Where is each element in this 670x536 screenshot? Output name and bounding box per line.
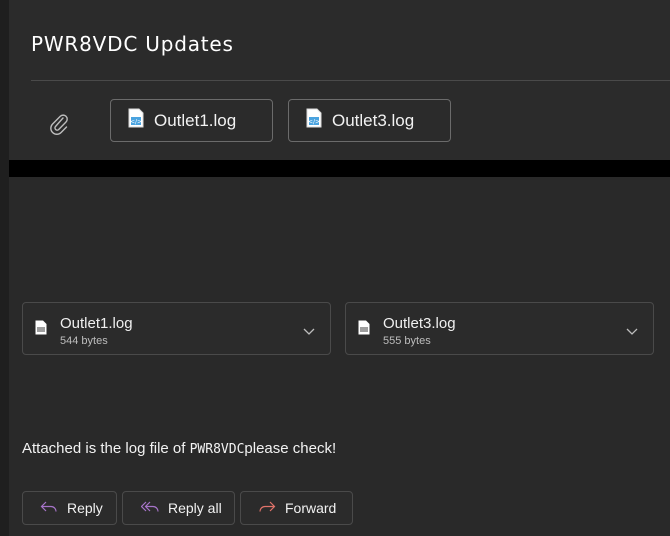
email-message: Attached is the log file of PWR8VDCpleas… bbox=[22, 440, 336, 457]
message-text-end: please check! bbox=[244, 440, 337, 457]
forward-icon bbox=[258, 500, 276, 516]
paperclip-icon bbox=[47, 112, 71, 136]
svg-text:</>: </> bbox=[130, 119, 142, 126]
chevron-down-icon[interactable] bbox=[302, 323, 316, 341]
reply-all-button[interactable]: Reply all bbox=[122, 491, 235, 525]
file-size: 544 bytes bbox=[60, 335, 108, 347]
window-edge bbox=[0, 0, 9, 536]
file-card-outlet3[interactable]: Outlet3.log 555 bytes bbox=[345, 302, 654, 355]
email-header: PWR8VDC Updates </> Outlet1.log </> Outl… bbox=[9, 0, 670, 160]
attachment-chip-outlet3[interactable]: </> Outlet3.log bbox=[288, 99, 451, 142]
email-body bbox=[9, 177, 670, 536]
attachment-chip-outlet1[interactable]: </> Outlet1.log bbox=[110, 99, 273, 142]
log-file-icon bbox=[35, 320, 47, 340]
file-name: Outlet1.log bbox=[60, 315, 133, 332]
forward-button[interactable]: Forward bbox=[240, 491, 353, 525]
svg-text:</>: </> bbox=[308, 119, 320, 126]
message-text: Attached is the log file of bbox=[22, 440, 190, 457]
chevron-down-icon[interactable] bbox=[625, 323, 639, 341]
reply-all-icon bbox=[140, 500, 159, 516]
log-file-icon bbox=[358, 320, 370, 340]
file-size: 555 bytes bbox=[383, 335, 431, 347]
header-separator-bar bbox=[9, 160, 670, 177]
log-file-icon: </> bbox=[306, 108, 322, 133]
log-file-icon: </> bbox=[128, 108, 144, 133]
forward-label: Forward bbox=[285, 500, 337, 516]
reply-button[interactable]: Reply bbox=[22, 491, 117, 525]
reply-all-label: Reply all bbox=[168, 500, 222, 516]
email-subject: PWR8VDC Updates bbox=[31, 32, 234, 56]
attachment-chip-label: Outlet3.log bbox=[332, 110, 415, 130]
file-name: Outlet3.log bbox=[383, 315, 456, 332]
header-divider bbox=[31, 80, 670, 81]
file-card-outlet1[interactable]: Outlet1.log 544 bytes bbox=[22, 302, 331, 355]
attachment-chip-label: Outlet1.log bbox=[154, 110, 237, 130]
reply-icon bbox=[40, 500, 58, 516]
reply-label: Reply bbox=[67, 500, 103, 516]
device-name: PWR8VDC bbox=[189, 442, 245, 457]
